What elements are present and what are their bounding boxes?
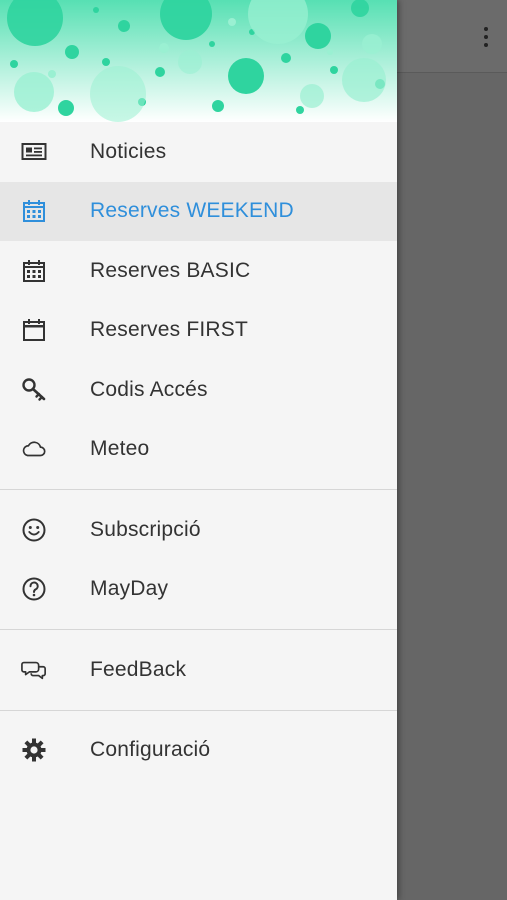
divider: [0, 709, 397, 711]
gear-icon: [21, 737, 47, 763]
divider: [0, 489, 397, 490]
chat-bubbles-icon: [21, 657, 47, 683]
menu-item-label: Configuració: [90, 738, 211, 762]
navigation-drawer: Noticies Reserves WEEKEND Reserves BASIC…: [0, 0, 397, 900]
menu-item-label: Reserves WEEKEND: [90, 199, 294, 223]
menu-item-configuracio[interactable]: Configuració: [0, 721, 397, 781]
menu-item-reserves-first[interactable]: Reserves FIRST: [0, 301, 397, 361]
menu-group-feedback: FeedBack: [0, 640, 397, 700]
menu-item-label: Reserves BASIC: [90, 258, 251, 282]
menu-item-label: Subscripció: [90, 517, 201, 541]
menu-item-mayday[interactable]: MayDay: [0, 560, 397, 620]
menu-group-main: Noticies Reserves WEEKEND Reserves BASIC…: [0, 122, 397, 479]
menu-item-label: FeedBack: [90, 657, 187, 681]
menu-item-meteo[interactable]: Meteo: [0, 420, 397, 480]
cloud-icon: [21, 436, 47, 462]
menu-item-subscripcio[interactable]: Subscripció: [0, 500, 397, 560]
calendar-grid-icon: [21, 258, 47, 284]
menu-item-label: Meteo: [90, 437, 150, 461]
newspaper-icon: [21, 139, 47, 165]
menu-item-reserves-basic[interactable]: Reserves BASIC: [0, 241, 397, 301]
divider: [0, 629, 397, 630]
menu-item-label: Codis Accés: [90, 377, 208, 401]
menu-group-settings: Configuració: [0, 721, 397, 781]
menu-item-label: MayDay: [90, 577, 169, 601]
menu-item-label: Noticies: [90, 139, 167, 163]
menu-item-codis-acces[interactable]: Codis Accés: [0, 360, 397, 420]
menu-item-feedback[interactable]: FeedBack: [0, 640, 397, 700]
calendar-blank-icon: [21, 317, 47, 343]
key-icon: [21, 377, 47, 403]
menu-item-label: Reserves FIRST: [90, 318, 248, 342]
more-vert-icon[interactable]: [479, 22, 493, 52]
smiley-icon: [21, 517, 47, 543]
drawer-header-image: [0, 0, 397, 122]
menu-item-reserves-weekend[interactable]: Reserves WEEKEND: [0, 181, 397, 241]
calendar-grid-icon: [21, 198, 47, 224]
help-circle-icon: [21, 576, 47, 602]
menu-item-noticies[interactable]: Noticies: [0, 122, 397, 182]
menu-group-account: Subscripció MayDay: [0, 500, 397, 619]
drawer-menu: Noticies Reserves WEEKEND Reserves BASIC…: [0, 122, 397, 780]
